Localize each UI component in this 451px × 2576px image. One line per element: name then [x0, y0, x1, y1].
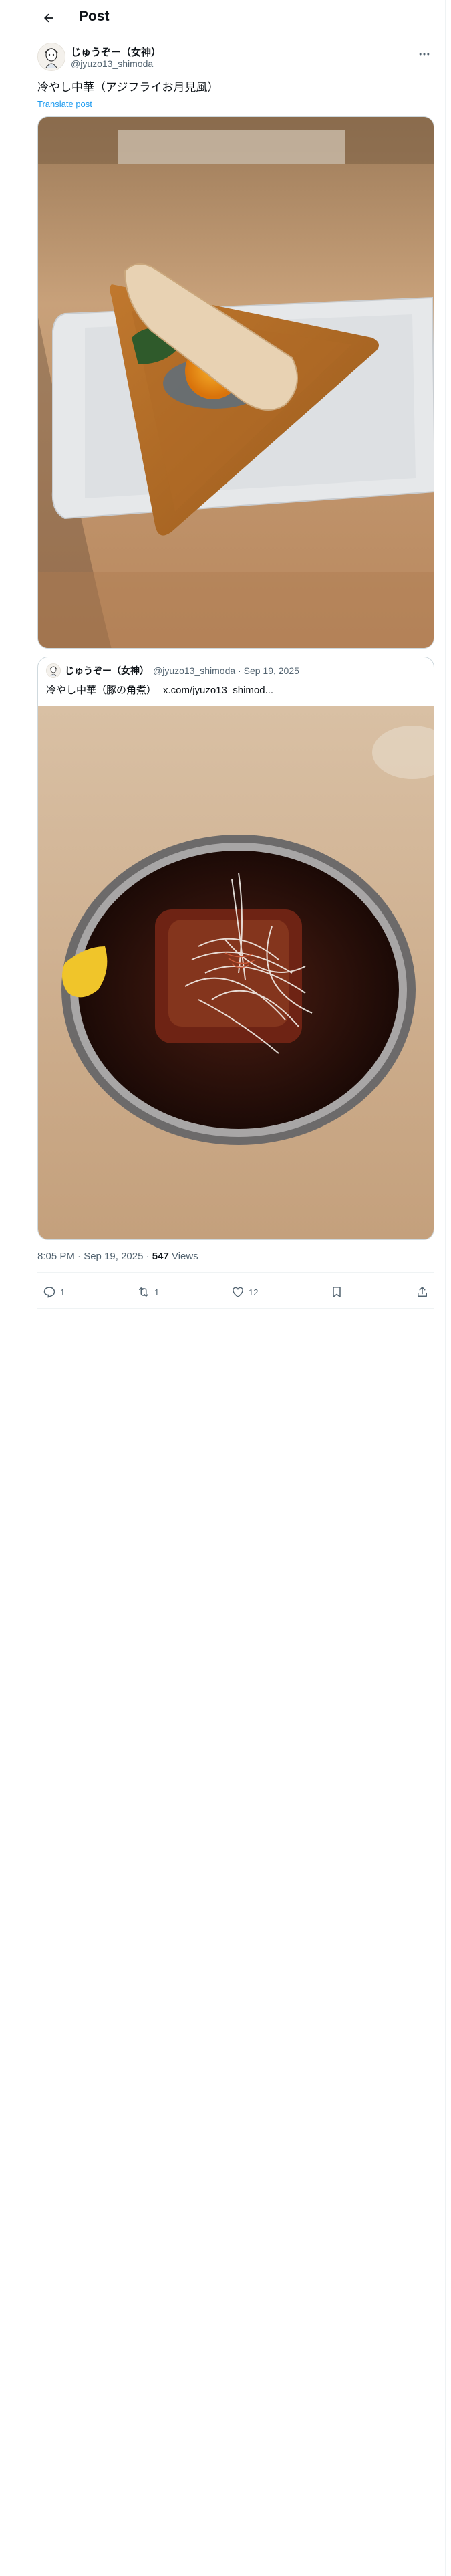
repost-button[interactable]: 1	[132, 1285, 164, 1299]
reply-button[interactable]: 1	[37, 1285, 70, 1299]
quoted-avatar	[46, 663, 61, 678]
like-count: 12	[249, 1287, 259, 1297]
divider	[37, 1272, 434, 1273]
post-photo[interactable]	[37, 116, 434, 649]
post-timestamp[interactable]: 8:05 PM · Sep 19, 2025 ·	[37, 1251, 152, 1262]
repost-icon	[139, 1287, 148, 1297]
views-label: Views	[168, 1251, 198, 1262]
action-bar: 1 1 12	[37, 1276, 434, 1308]
top-bar: Post	[25, 0, 445, 36]
author-display-name[interactable]: じゅうぞー（女神）	[71, 45, 161, 59]
divider	[37, 1308, 434, 1309]
post-meta: 8:05 PM · Sep 19, 2025 · 547 Views	[37, 1251, 198, 1262]
quoted-display-name: じゅうぞー（女神）	[65, 665, 149, 676]
repost-count: 1	[154, 1287, 160, 1297]
share-icon	[418, 1287, 427, 1297]
views-count: 547	[152, 1251, 169, 1262]
reply-icon	[43, 1287, 55, 1298]
avatar-illustration-icon	[47, 664, 60, 677]
more-icon	[419, 53, 430, 56]
reply-count: 1	[60, 1287, 65, 1297]
author-handle[interactable]: @jyuzo13_shimoda	[71, 58, 153, 69]
quoted-post-header: じゅうぞー（女神） @jyuzo13_shimoda · Sep 19, 202…	[46, 663, 299, 678]
translate-post-link[interactable]: Translate post	[37, 99, 92, 109]
quoted-text-line: 冷やし中華（豚の角煮） x.com/jyuzo13_shimod...	[46, 683, 273, 697]
share-button[interactable]	[410, 1285, 434, 1299]
food-photo-aji-fry	[38, 117, 434, 648]
more-button[interactable]	[414, 44, 434, 64]
back-arrow-icon	[44, 13, 53, 23]
bookmark-button[interactable]	[325, 1285, 349, 1299]
page-title: Post	[79, 9, 110, 24]
like-icon	[233, 1287, 243, 1297]
food-photo-kakuni	[38, 706, 434, 1239]
post-author: じゅうぞー（女神） @jyuzo13_shimoda	[37, 43, 434, 75]
quoted-post[interactable]: じゅうぞー（女神） @jyuzo13_shimoda · Sep 19, 202…	[37, 657, 434, 1240]
like-button[interactable]: 12	[226, 1285, 263, 1299]
avatar[interactable]	[37, 43, 65, 71]
back-button[interactable]	[37, 7, 60, 29]
quoted-photo	[38, 706, 434, 1239]
quoted-text: 冷やし中華（豚の角煮）	[46, 685, 157, 696]
quoted-link[interactable]: x.com/jyuzo13_shimod...	[163, 685, 273, 696]
avatar-illustration-icon	[38, 43, 65, 70]
quoted-meta: @jyuzo13_shimoda · Sep 19, 2025	[153, 665, 299, 676]
post-column: Post じゅうぞー（女神） @jyuzo13_shimoda 冷やし中華（アジ…	[25, 0, 446, 2576]
bookmark-icon	[333, 1287, 341, 1297]
post-text: 冷やし中華（アジフライお月見風）	[37, 81, 219, 94]
